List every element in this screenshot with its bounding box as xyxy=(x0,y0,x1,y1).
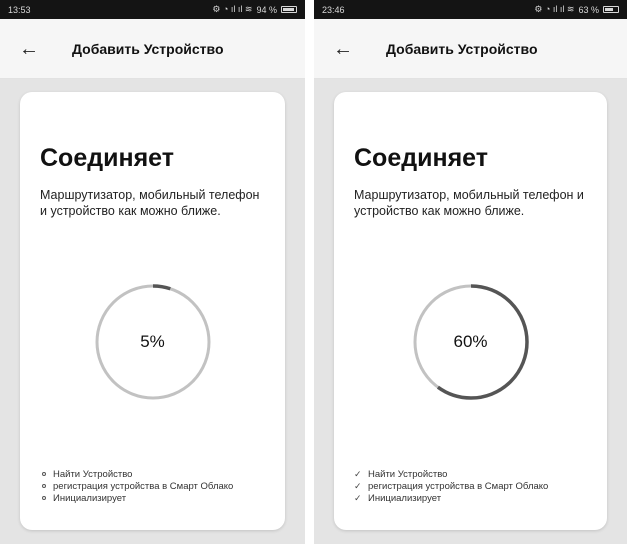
battery-fill xyxy=(605,8,613,11)
battery-percent: 63 % xyxy=(578,4,599,15)
step-label: Найти Устройство xyxy=(368,468,448,480)
status-bar: 13:53 ⚙ ◔ ıl ıl ≋ 94 % xyxy=(0,0,305,19)
status-bar: 23:46 ⚙ ◔ ıl ıl ≋ 63 % xyxy=(314,0,627,19)
status-icons: ⚙ ◔ ıl ıl ≋ 94 % xyxy=(212,4,297,15)
back-arrow-icon[interactable]: ← xyxy=(18,38,40,60)
battery-icon xyxy=(603,6,619,13)
card-title: Соединяет xyxy=(40,144,174,172)
card-description: Маршрутизатор, мобильный телефон и устро… xyxy=(354,188,584,218)
pairing-card: Соединяет Маршрутизатор, мобильный телеф… xyxy=(334,92,607,530)
page-title: Добавить Устройство xyxy=(386,40,538,57)
app-bar: ← Добавить Устройство xyxy=(0,19,305,79)
app-bar: ← Добавить Устройство xyxy=(314,19,627,79)
step-item: Инициализирует xyxy=(40,492,233,504)
step-item: ✓ Найти Устройство xyxy=(354,468,548,480)
step-item: Найти Устройство xyxy=(40,468,233,480)
step-label: Найти Устройство xyxy=(53,468,133,480)
step-item: ✓ регистрация устройства в Смарт Облако xyxy=(354,480,548,492)
hollow-dot-icon xyxy=(42,484,46,488)
step-item: ✓ Инициализирует xyxy=(354,492,548,504)
step-list: ✓ Найти Устройство ✓ регистрация устройств… xyxy=(354,468,548,504)
check-icon: ✓ xyxy=(354,468,362,479)
status-icons: ⚙ ◔ ıl ıl ≋ 63 % xyxy=(534,4,619,15)
signal-icon: ⚙ ◔ ıl ıl ≋ xyxy=(534,4,575,14)
progress-percent: 60% xyxy=(453,332,488,351)
step-label: регистрация устройства в Смарт Облако xyxy=(368,480,549,492)
step-label: регистрация устройства в Смарт Облако xyxy=(53,480,234,492)
phone-screen-left: 13:53 ⚙ ◔ ıl ıl ≋ 94 % ← Добавить Устрой… xyxy=(0,0,305,544)
card-title: Соединяет xyxy=(354,144,488,172)
signal-icon: ⚙ ◔ ıl ıl ≋ xyxy=(212,4,253,14)
check-icon: ✓ xyxy=(354,480,362,491)
step-list: Найти Устройство регистрация устройства … xyxy=(40,468,233,504)
progress-percent: 5% xyxy=(140,332,165,351)
progress-ring: 5% xyxy=(93,282,213,402)
step-label: Инициализирует xyxy=(368,492,442,504)
status-time: 13:53 xyxy=(8,4,31,15)
battery-percent: 94 % xyxy=(256,4,277,15)
hollow-dot-icon xyxy=(42,472,46,476)
step-label: Инициализирует xyxy=(53,492,127,504)
status-time: 23:46 xyxy=(322,4,345,15)
back-arrow-icon[interactable]: ← xyxy=(332,38,354,60)
hollow-dot-icon xyxy=(42,496,46,500)
pairing-card: Соединяет Маршрутизатор, мобильный телеф… xyxy=(20,92,285,530)
battery-fill xyxy=(283,8,295,11)
page-title: Добавить Устройство xyxy=(72,40,224,57)
step-item: регистрация устройства в Смарт Облако xyxy=(40,480,233,492)
progress-ring: 60% xyxy=(411,282,531,402)
battery-icon xyxy=(281,6,297,13)
check-icon: ✓ xyxy=(354,492,362,503)
card-description: Маршрутизатор, мобильный телефон и устро… xyxy=(40,188,260,218)
phone-screen-right: 23:46 ⚙ ◔ ıl ıl ≋ 63 % ← Добавить Устрой… xyxy=(314,0,627,544)
